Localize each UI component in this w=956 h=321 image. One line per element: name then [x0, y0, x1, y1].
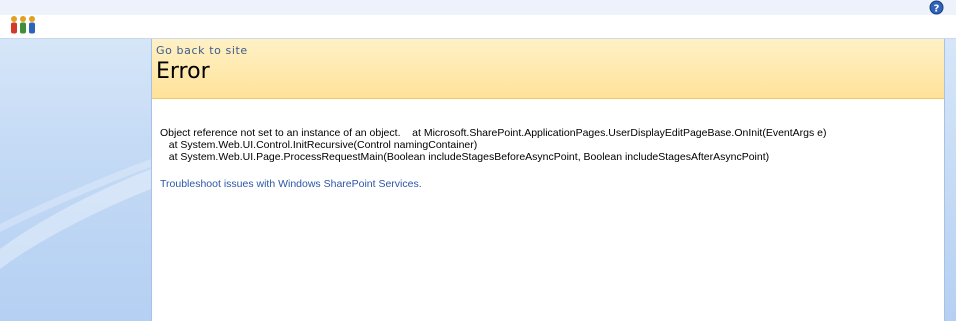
top-header-bar: ? [0, 0, 956, 39]
left-navigation-panel [0, 39, 152, 321]
main-content: Object reference not set to an instance … [152, 99, 944, 321]
right-rail [944, 39, 956, 321]
error-line: at System.Web.UI.Control.InitRecursive(C… [160, 139, 478, 151]
troubleshoot-link[interactable]: Troubleshoot issues with Windows SharePo… [160, 178, 422, 190]
help-icon[interactable]: ? [929, 0, 944, 15]
error-message: Object reference not set to an instance … [160, 127, 940, 163]
svg-text:?: ? [934, 3, 940, 14]
go-back-link[interactable]: Go back to site [156, 44, 248, 57]
nav-swoosh-decoration [0, 159, 151, 269]
page-title: Error [156, 59, 210, 84]
top-strip [0, 0, 956, 15]
page-title-area: Go back to site Error [152, 39, 944, 99]
error-line: at System.Web.UI.Page.ProcessRequestMain… [160, 151, 770, 163]
people-logo-icon [11, 16, 35, 34]
error-line: Object reference not set to an instance … [160, 127, 827, 139]
